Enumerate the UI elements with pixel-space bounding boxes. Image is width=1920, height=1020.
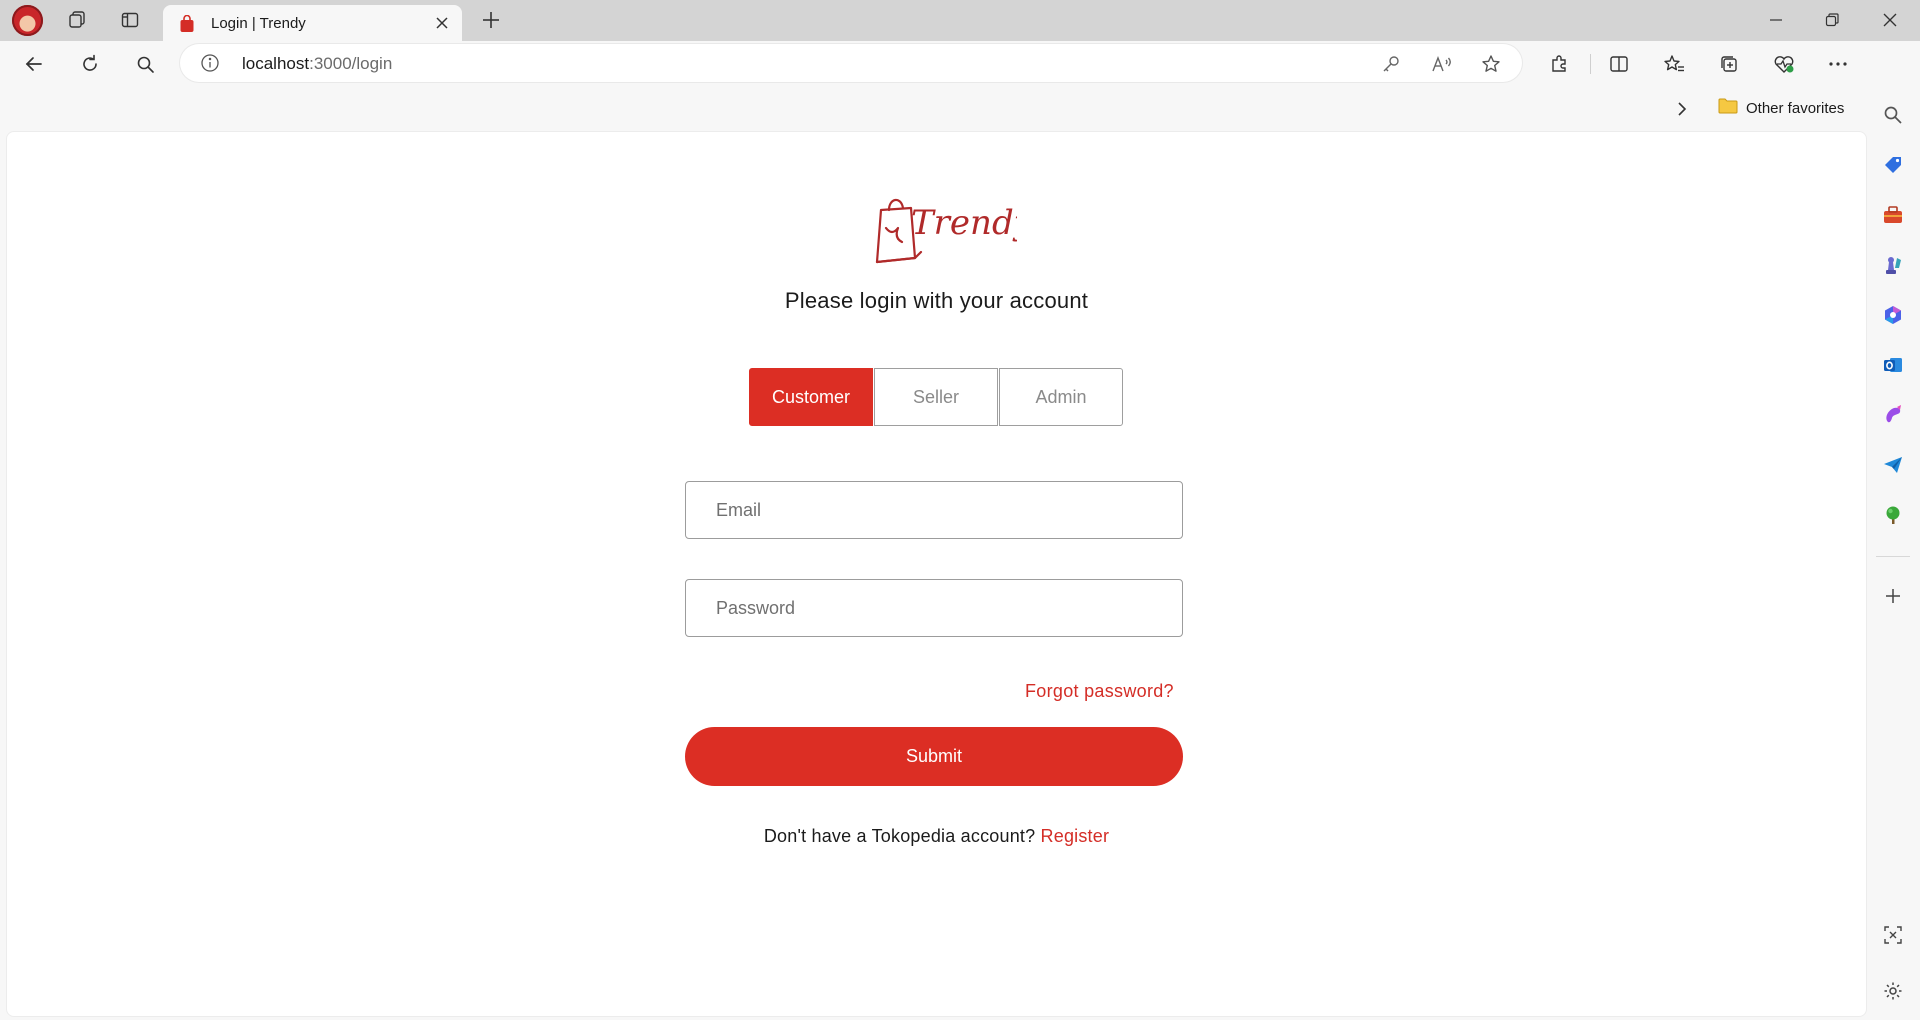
favorites-icon[interactable] bbox=[1658, 48, 1690, 80]
close-window-button[interactable] bbox=[1870, 6, 1910, 34]
folder-label: Other favorites bbox=[1746, 99, 1845, 117]
tree-icon[interactable] bbox=[1878, 500, 1908, 530]
browser-essentials-icon[interactable] bbox=[1768, 48, 1800, 80]
register-prompt: Don't have a Tokopedia account? Register bbox=[7, 826, 1866, 847]
email-input[interactable] bbox=[686, 482, 1182, 538]
minimize-button[interactable] bbox=[1756, 6, 1796, 34]
tab-strip: Login | Trendy bbox=[0, 0, 1920, 41]
trendy-logo: Trendy bbox=[871, 192, 1034, 268]
url-host: localhost bbox=[242, 54, 310, 73]
address-bar[interactable]: localhost:3000/login bbox=[180, 44, 1522, 82]
extensions-icon[interactable] bbox=[1543, 48, 1575, 80]
active-tab[interactable]: Login | Trendy bbox=[163, 5, 462, 41]
designer-icon[interactable] bbox=[1878, 400, 1908, 430]
shopping-tag-icon[interactable] bbox=[1878, 150, 1908, 180]
url-text[interactable]: localhost:3000/login bbox=[242, 54, 392, 74]
more-menu-icon[interactable] bbox=[1822, 48, 1854, 80]
search-icon[interactable] bbox=[129, 48, 161, 80]
restore-button[interactable] bbox=[1812, 6, 1852, 34]
games-chess-icon[interactable] bbox=[1878, 250, 1908, 280]
split-screen-icon[interactable] bbox=[1603, 48, 1635, 80]
tools-briefcase-icon[interactable] bbox=[1878, 200, 1908, 230]
favorites-bar: Other favorites bbox=[0, 86, 1866, 130]
url-path: :3000/login bbox=[309, 54, 393, 73]
other-favorites-folder[interactable]: Other favorites bbox=[1718, 98, 1844, 118]
tab-title: Login | Trendy bbox=[211, 15, 306, 32]
microsoft-365-icon[interactable] bbox=[1878, 300, 1908, 330]
shopping-bag-favicon-icon bbox=[179, 14, 195, 38]
refresh-button[interactable] bbox=[74, 48, 106, 80]
role-admin-button[interactable]: Admin bbox=[999, 368, 1123, 426]
back-button[interactable] bbox=[18, 48, 50, 80]
chevron-right-icon[interactable] bbox=[1670, 97, 1694, 121]
screenshot-icon[interactable] bbox=[1878, 920, 1908, 950]
email-field-container bbox=[685, 481, 1183, 539]
toolbar-divider bbox=[1590, 54, 1591, 74]
submit-button[interactable]: Submit bbox=[685, 727, 1183, 786]
key-icon[interactable] bbox=[1377, 50, 1405, 78]
read-aloud-icon[interactable] bbox=[1428, 50, 1456, 78]
workspaces-icon[interactable] bbox=[62, 5, 92, 35]
page-heading: Please login with your account bbox=[784, 288, 1089, 313]
browser-toolbar: localhost:3000/login bbox=[0, 41, 1920, 86]
vertical-tabs-icon[interactable] bbox=[115, 5, 145, 35]
sidebar-divider bbox=[1876, 556, 1910, 557]
favorite-star-icon[interactable] bbox=[1477, 50, 1505, 78]
password-input[interactable] bbox=[686, 580, 1182, 636]
role-customer-button[interactable]: Customer bbox=[749, 368, 873, 426]
sidebar-search-icon[interactable] bbox=[1878, 100, 1908, 130]
profile-avatar[interactable] bbox=[12, 5, 43, 36]
page-content: Trendy Please login with your account Cu… bbox=[6, 131, 1867, 1017]
forgot-password-link[interactable]: Forgot password? bbox=[1025, 681, 1174, 702]
tab-close-icon[interactable] bbox=[432, 13, 452, 33]
add-sidebar-app-icon[interactable] bbox=[1878, 581, 1908, 611]
folder-icon bbox=[1718, 98, 1738, 118]
edge-sidebar bbox=[1866, 41, 1920, 1020]
collections-icon[interactable] bbox=[1713, 48, 1745, 80]
site-info-icon[interactable] bbox=[200, 53, 220, 78]
new-tab-button[interactable] bbox=[477, 6, 505, 34]
role-seller-button[interactable]: Seller bbox=[874, 368, 998, 426]
password-field-container bbox=[685, 579, 1183, 637]
register-link[interactable]: Register bbox=[1041, 826, 1110, 846]
register-prompt-text: Don't have a Tokopedia account? bbox=[763, 826, 1036, 846]
send-icon[interactable] bbox=[1878, 450, 1908, 480]
logo-text: Trendy bbox=[911, 203, 1017, 243]
role-selector: Customer Seller Admin bbox=[749, 368, 1124, 426]
settings-gear-icon[interactable] bbox=[1878, 976, 1908, 1006]
outlook-icon[interactable] bbox=[1878, 350, 1908, 380]
